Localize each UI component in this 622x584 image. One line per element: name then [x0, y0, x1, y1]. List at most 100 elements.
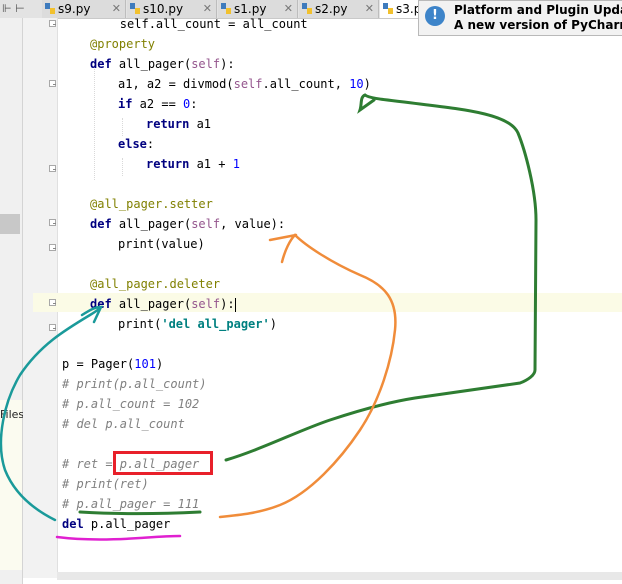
code-line-21[interactable]: # p.all_pager = 111 — [62, 497, 199, 511]
fold-marker[interactable] — [49, 165, 56, 172]
project-panel-lower — [0, 400, 22, 570]
code-text: , value): — [220, 217, 286, 231]
code-text: a1 + — [189, 157, 233, 171]
close-icon[interactable]: ✕ — [112, 0, 121, 18]
number-literal: 101 — [134, 357, 156, 371]
magenta-underline-stroke — [55, 534, 182, 541]
fold-marker[interactable] — [49, 80, 56, 87]
update-notification[interactable]: ! Platform and Plugin Update A new versi… — [418, 0, 622, 36]
python-file-icon — [383, 3, 393, 14]
code-text: p = Pager( — [62, 357, 135, 371]
code-text: : — [146, 137, 155, 151]
fold-marker[interactable] — [49, 219, 56, 226]
close-icon[interactable]: ✕ — [365, 0, 374, 18]
code-text: a1 — [189, 117, 212, 131]
code-line-22[interactable]: del p.all_pager — [62, 517, 170, 531]
comment-text: # del p.all_count — [62, 417, 185, 431]
tab-label: s2.py — [315, 2, 348, 16]
project-selected-row[interactable] — [0, 214, 20, 234]
tab-s10[interactable]: s10.py ✕ — [127, 0, 217, 18]
code-text: p.all_pager — [83, 517, 171, 531]
files-label: Files — [0, 408, 25, 421]
tab-s3[interactable]: s3.p — [380, 0, 421, 18]
code-line-9[interactable]: @all_pager.setter — [90, 197, 213, 211]
tab-s9[interactable]: s9.py ✕ — [42, 0, 126, 18]
keyword: return — [146, 157, 190, 171]
fold-marker[interactable] — [49, 324, 56, 331]
self-param: self — [191, 217, 221, 231]
function-name: all_pager — [118, 217, 184, 231]
fold-marker[interactable] — [49, 244, 56, 251]
fold-marker[interactable] — [49, 20, 56, 27]
close-icon[interactable]: ✕ — [284, 0, 293, 18]
python-file-icon — [302, 3, 312, 14]
tab-s1[interactable]: s1.py ✕ — [218, 0, 298, 18]
code-line-16[interactable]: # print(p.all_count) — [62, 377, 207, 391]
code-line-12[interactable]: @all_pager.deleter — [90, 277, 220, 291]
number-literal: 10 — [349, 77, 364, 91]
code-line-20[interactable]: # print(ret) — [62, 477, 149, 491]
self-param: self — [233, 77, 263, 91]
code-line-10[interactable]: def all_pager(self, value): — [90, 217, 285, 231]
code-line-18[interactable]: # del p.all_count — [62, 417, 185, 431]
notification-title: Platform and Plugin Update — [454, 3, 622, 17]
keyword: def — [90, 57, 112, 71]
tab-scroll-controls[interactable]: ⊩ ⊢ — [2, 0, 25, 18]
keyword: return — [146, 117, 190, 131]
notification-text: A new version of PyCharm i — [454, 18, 622, 32]
function-name: all_pager — [118, 297, 184, 311]
keyword: if — [118, 97, 133, 111]
code-line-3[interactable]: def all_pager(self): — [90, 57, 235, 71]
decorator-text: @property — [90, 37, 156, 51]
code-line-15[interactable]: p = Pager(101) — [62, 357, 163, 371]
code-text: ) — [269, 317, 277, 331]
info-icon: ! — [425, 6, 445, 26]
keyword: def — [90, 217, 112, 231]
code-line-1[interactable]: self.all_count = all_count — [62, 17, 308, 31]
close-icon[interactable]: ✕ — [203, 0, 212, 18]
orange-arrow-stroke — [218, 233, 397, 519]
decorator-text: @all_pager.setter — [90, 197, 213, 211]
keyword: del — [62, 517, 84, 531]
code-line-4[interactable]: a1, a2 = divmod(self.all_count, 10) — [118, 77, 371, 91]
code-text: ) — [155, 357, 164, 371]
code-text: ) — [363, 77, 371, 91]
keyword: else — [118, 137, 147, 151]
code-line-2[interactable]: @property — [90, 37, 155, 51]
comment-text: # p.all_count = 102 — [62, 397, 200, 411]
python-file-icon — [130, 3, 140, 14]
horizontal-scrollbar[interactable] — [57, 572, 622, 580]
python-file-icon — [221, 3, 231, 14]
indent-guide — [122, 118, 123, 136]
string-literal: 'del all_pager' — [161, 317, 270, 331]
tab-s2[interactable]: s2.py ✕ — [299, 0, 379, 18]
code-line-17[interactable]: # p.all_count = 102 — [62, 397, 199, 411]
project-panel: Files — [0, 18, 25, 584]
code-line-13[interactable]: def all_pager(self): — [90, 297, 236, 312]
code-text: a1, a2 = divmod( — [118, 77, 234, 91]
code-line-11[interactable]: print(value) — [118, 237, 205, 251]
code-line-5[interactable]: if a2 == 0: — [118, 97, 198, 111]
code-text: a2 == — [132, 97, 184, 111]
code-line-6[interactable]: return a1 — [146, 117, 211, 131]
code-line-8[interactable]: return a1 + 1 — [146, 157, 240, 171]
code-text: print( — [118, 317, 162, 331]
decorator-text: @all_pager.deleter — [90, 277, 221, 291]
tab-label: s1.py — [234, 2, 267, 16]
fold-marker[interactable] — [49, 299, 56, 306]
tab-label: s9.py — [58, 2, 91, 16]
code-line-7[interactable]: else: — [118, 137, 154, 151]
function-name: all_pager — [118, 57, 184, 71]
number-literal: 1 — [232, 157, 240, 171]
comment-text: # p.all_pager = 111 — [62, 497, 200, 511]
code-text: : — [190, 97, 198, 111]
tab-label: s10.py — [143, 2, 184, 16]
code-line-14[interactable]: print('del all_pager') — [118, 317, 277, 331]
indent-guide — [122, 158, 123, 176]
code-text: self.all_count = all_count — [119, 17, 308, 31]
indent-guide — [94, 60, 95, 180]
code-text: .all_count, — [262, 77, 350, 91]
comment-text: # print(ret) — [62, 477, 149, 491]
code-text: print(value) — [118, 237, 205, 251]
